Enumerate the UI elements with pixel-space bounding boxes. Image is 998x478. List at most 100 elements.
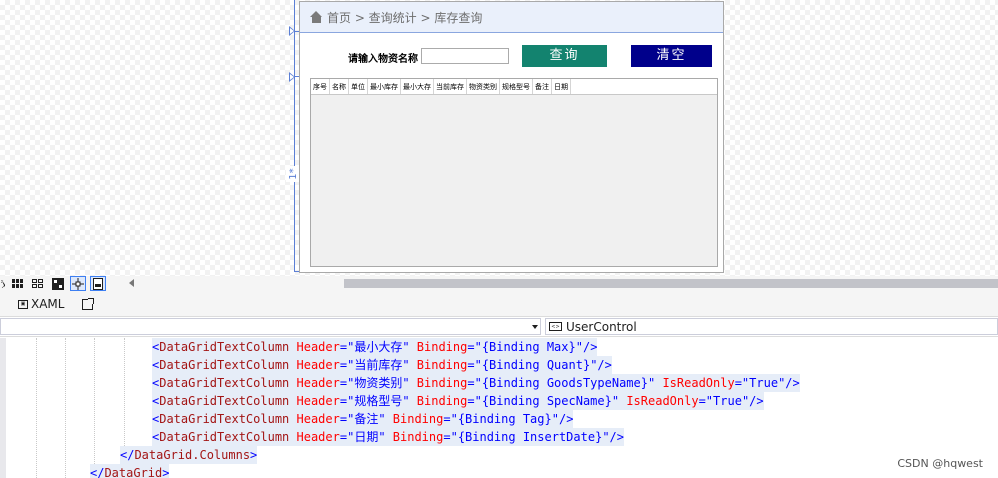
code-token: " bbox=[402, 340, 410, 354]
code-token: {Binding InsertDate} bbox=[457, 430, 603, 444]
scroll-left-arrow[interactable] bbox=[129, 279, 134, 287]
code-token: /> bbox=[785, 376, 800, 390]
element-dropdown[interactable] bbox=[0, 318, 541, 335]
code-line[interactable]: </DataGrid.Columns> bbox=[120, 446, 258, 464]
grid-header: 序号 名称 单位 最小库存 最小大存 当前库存 物资类别 规格型号 备注 日期 bbox=[311, 79, 717, 95]
code-token: =" bbox=[467, 358, 482, 372]
code-token: " bbox=[402, 394, 410, 408]
code-line[interactable]: <DataGridTextColumn Header="备注" Binding=… bbox=[152, 410, 574, 428]
horizontal-scrollbar-thumb[interactable] bbox=[344, 279, 998, 288]
code-token: 备注 bbox=[354, 412, 379, 426]
grid-column-header[interactable]: 规格型号 bbox=[500, 79, 533, 94]
code-token: IsReadOnly bbox=[619, 394, 699, 408]
code-token: {Binding SpecName} bbox=[481, 394, 612, 408]
search-label: 请输入物资名称 bbox=[348, 54, 418, 65]
code-token: Header bbox=[289, 412, 340, 426]
code-token: " bbox=[575, 340, 583, 354]
code-token: 规格型号 bbox=[354, 394, 403, 408]
code-token: " bbox=[378, 430, 386, 444]
snap-lines-icon[interactable] bbox=[70, 276, 86, 291]
code-token: =" bbox=[467, 394, 482, 408]
code-token: =" bbox=[339, 376, 355, 390]
code-token: {Binding Quant} bbox=[481, 358, 591, 372]
breadcrumb: 首页 > 查询统计 > 库存查询 bbox=[300, 2, 723, 33]
grid-column-header[interactable]: 名称 bbox=[330, 79, 349, 94]
code-token: Binding bbox=[409, 376, 468, 390]
search-input[interactable] bbox=[421, 48, 509, 64]
code-token: Header bbox=[289, 358, 340, 372]
designer-toolbar: fx bbox=[0, 276, 998, 292]
grid-icon[interactable] bbox=[10, 276, 26, 291]
code-token: /> bbox=[597, 358, 612, 372]
code-token: DataGridTextColumn bbox=[159, 376, 290, 390]
code-token: =" bbox=[443, 430, 458, 444]
artboard-icon[interactable] bbox=[50, 276, 66, 291]
usercontrol-icon: <> bbox=[549, 322, 562, 331]
code-token: =" bbox=[443, 412, 458, 426]
code-token: Binding bbox=[385, 430, 444, 444]
grid-column-header[interactable]: 最小库存 bbox=[368, 79, 401, 94]
column-guide-line bbox=[294, 0, 295, 272]
code-token: Binding bbox=[409, 394, 468, 408]
code-token: > bbox=[250, 448, 258, 462]
popout-icon[interactable] bbox=[82, 298, 94, 310]
fx-icon[interactable]: fx bbox=[0, 276, 6, 291]
designer-surface[interactable]: 1* 首页 > 查询统计 > 库存查询 请输入物资名称 查询 清空 序号 名称 单位… bbox=[0, 0, 998, 276]
code-line[interactable]: <DataGridTextColumn Header="物资类别" Bindin… bbox=[152, 374, 800, 392]
watermark: CSDN @hqwest bbox=[897, 457, 983, 470]
inventory-data-grid[interactable]: 序号 名称 单位 最小库存 最小大存 当前库存 物资类别 规格型号 备注 日期 bbox=[310, 78, 718, 267]
home-icon bbox=[310, 11, 323, 23]
indent-guide bbox=[65, 338, 66, 478]
code-token: IsReadOnly bbox=[655, 376, 735, 390]
code-line[interactable]: </DataGrid> bbox=[90, 464, 170, 478]
code-token: True bbox=[713, 394, 742, 408]
grid-column-header[interactable]: 物资类别 bbox=[467, 79, 500, 94]
code-gutter bbox=[0, 338, 6, 478]
code-token: 日期 bbox=[354, 430, 379, 444]
query-button[interactable]: 查询 bbox=[522, 45, 607, 67]
scope-dropdown[interactable]: <> UserControl bbox=[545, 318, 998, 335]
code-line[interactable]: <DataGridTextColumn Header="规格型号" Bindin… bbox=[152, 392, 764, 410]
device-icon[interactable] bbox=[90, 276, 106, 291]
clear-button[interactable]: 清空 bbox=[631, 45, 712, 67]
code-token: DataGridTextColumn bbox=[159, 340, 290, 354]
code-token: DataGrid bbox=[104, 466, 163, 478]
grid-column-header[interactable]: 当前库存 bbox=[434, 79, 467, 94]
code-token: {Binding Tag} bbox=[457, 412, 552, 426]
code-token: DataGridTextColumn bbox=[159, 430, 290, 444]
code-token: =" bbox=[339, 340, 355, 354]
code-token: 最小大存 bbox=[354, 340, 403, 354]
code-token: /> bbox=[582, 340, 598, 354]
code-token: " bbox=[402, 376, 410, 390]
code-token: </ bbox=[90, 466, 105, 478]
user-control-preview[interactable]: 首页 > 查询统计 > 库存查询 请输入物资名称 查询 清空 序号 名称 单位 最小库… bbox=[299, 1, 724, 273]
code-token: /> bbox=[609, 430, 624, 444]
grid-column-header[interactable]: 最小大存 bbox=[401, 79, 434, 94]
code-line[interactable]: <DataGridTextColumn Header="日期" Binding=… bbox=[152, 428, 624, 446]
tab-xaml-label: XAML bbox=[31, 297, 65, 311]
code-token: 物资类别 bbox=[354, 376, 403, 390]
code-line[interactable]: <DataGridTextColumn Header="当前库存" Bindin… bbox=[152, 356, 612, 374]
code-token: =" bbox=[734, 376, 750, 390]
grid-column-header[interactable]: 单位 bbox=[349, 79, 368, 94]
row-guide-arrow-1[interactable] bbox=[289, 26, 295, 36]
code-token: =" bbox=[698, 394, 714, 408]
code-token: " bbox=[602, 430, 610, 444]
tab-xaml[interactable]: ▣ XAML bbox=[18, 297, 64, 311]
xaml-code-editor[interactable]: <DataGridTextColumn Header="最小大存" Bindin… bbox=[0, 338, 998, 478]
code-line[interactable]: <DataGridTextColumn Header="最小大存" Bindin… bbox=[152, 338, 598, 356]
code-token: =" bbox=[339, 412, 355, 426]
indent-guide bbox=[36, 338, 37, 478]
row-guide-arrow-2[interactable] bbox=[289, 72, 295, 82]
code-token: Binding bbox=[409, 358, 468, 372]
code-token: /> bbox=[749, 394, 764, 408]
grid-column-header[interactable]: 序号 bbox=[311, 79, 330, 94]
code-token: " bbox=[551, 412, 559, 426]
grid-column-header[interactable]: 备注 bbox=[533, 79, 552, 94]
code-token: Header bbox=[289, 340, 340, 354]
grid-column-header[interactable]: 日期 bbox=[552, 79, 571, 94]
snap-grid-icon[interactable] bbox=[30, 276, 46, 291]
scope-dropdown-value: UserControl bbox=[566, 319, 637, 334]
code-token: " bbox=[611, 394, 620, 408]
code-token: Binding bbox=[385, 412, 444, 426]
